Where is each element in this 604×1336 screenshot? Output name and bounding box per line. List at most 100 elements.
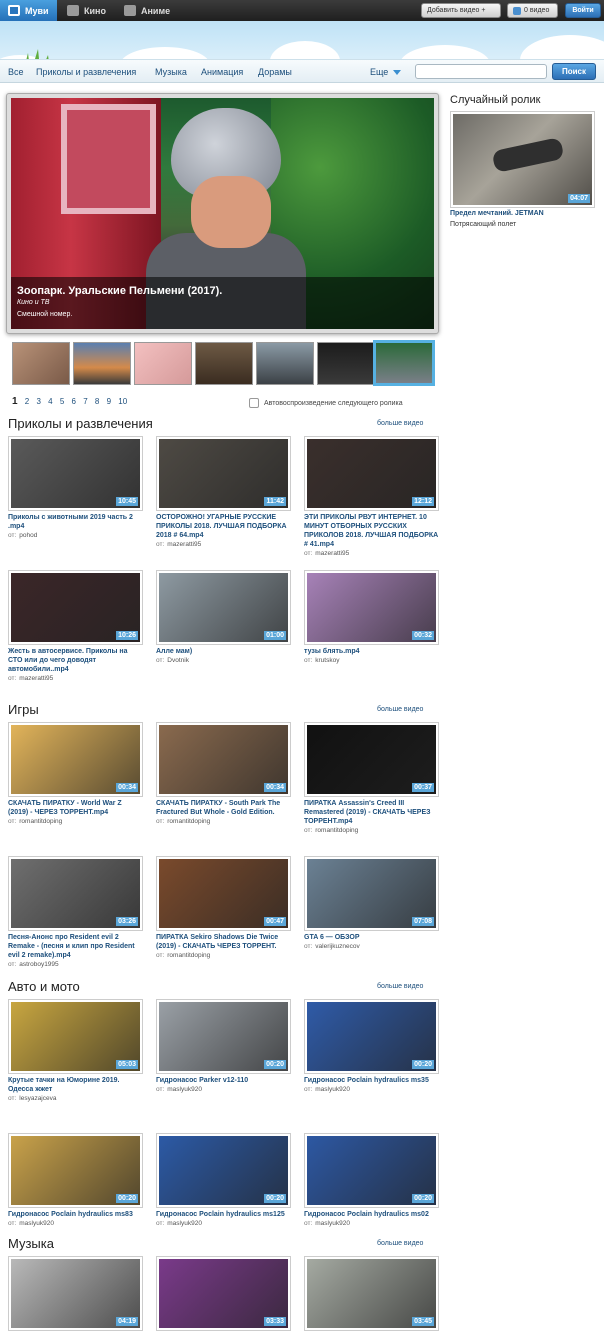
author-name[interactable]: maslyuk920 (167, 1086, 202, 1093)
pager-link[interactable]: 3 (36, 397, 40, 406)
author-name[interactable]: maslyuk920 (19, 1220, 54, 1227)
author-name[interactable]: astroboy1995 (19, 961, 58, 968)
author-name[interactable]: mazeratti95 (315, 550, 349, 557)
author-name[interactable]: mazeratti95 (19, 675, 53, 682)
video-thumbnail[interactable]: 03:26 (11, 859, 140, 928)
nav-item-funny[interactable]: Приколы и развлечения (36, 60, 136, 84)
video-card[interactable]: 07:08 GTA 6 — ОБЗОР от: valerijkuznecov (304, 856, 439, 951)
search-button[interactable]: Поиск (552, 63, 596, 80)
author-name[interactable]: pohod (19, 532, 37, 539)
video-title-link[interactable]: СКАЧАТЬ ПИРАТКУ - South Park The Fractur… (156, 799, 291, 817)
video-card[interactable]: 03:33 (156, 1256, 291, 1331)
video-title-link[interactable]: Алле мам) (156, 647, 291, 656)
video-thumbnail-frame[interactable]: 11:42 (156, 436, 291, 511)
video-card[interactable]: 00:20 Гидронасос Poclain hydraulics ms83 о… (8, 1133, 143, 1228)
nav-item-dorama[interactable]: Дорамы (258, 60, 292, 84)
video-thumbnail-frame[interactable]: 01:00 (156, 570, 291, 645)
video-card[interactable]: 01:00 Алле мам) от: Dvotnik (156, 570, 291, 665)
video-thumbnail-frame[interactable]: 05:03 (8, 999, 143, 1074)
nav-item-music[interactable]: Музыка (155, 60, 187, 84)
nav-item-all[interactable]: Все (8, 60, 24, 84)
video-thumbnail-frame[interactable]: 03:26 (8, 856, 143, 931)
brand-kino-tab[interactable]: Кино (59, 0, 114, 21)
video-card[interactable]: 00:34 СКАЧАТЬ ПИРАТКУ - South Park The Fr… (156, 722, 291, 826)
video-thumbnail[interactable]: 00:20 (11, 1136, 140, 1205)
video-thumbnail-frame[interactable]: 12:12 (304, 436, 439, 511)
video-thumbnail-frame[interactable]: 00:20 (156, 999, 291, 1074)
author-name[interactable]: romantitdoping (315, 827, 358, 834)
author-name[interactable]: Dvotnik (167, 657, 189, 664)
video-thumbnail-frame[interactable]: 00:20 (8, 1133, 143, 1208)
video-card[interactable]: 00:20 Гидронасос Poclain hydraulics ms35 о… (304, 999, 439, 1094)
video-card[interactable]: 04:19 (8, 1256, 143, 1331)
author-name[interactable]: maslyuk920 (315, 1086, 350, 1093)
video-card[interactable]: 12:12 ЭТИ ПРИКОЛЫ РВУТ ИНТЕРНЕТ. 10 МИНУТ… (304, 436, 439, 558)
pager-link[interactable]: 7 (83, 397, 87, 406)
more-videos-link[interactable]: больше видео (377, 1240, 423, 1247)
brand-movie-tab[interactable]: Муви (0, 0, 57, 21)
author-name[interactable]: maslyuk920 (315, 1220, 350, 1227)
nav-more-dropdown[interactable]: Еще (370, 60, 402, 84)
pager-link[interactable]: 10 (118, 397, 127, 406)
video-card[interactable]: 00:20 Гидронасос Parker v12-110 от: maslyuk… (156, 999, 291, 1094)
video-thumbnail-frame[interactable]: 00:20 (304, 1133, 439, 1208)
video-thumbnail[interactable]: 00:47 (159, 859, 288, 928)
video-card[interactable]: 10:26 Жесть в автосервисе. Приколы на СТО… (8, 570, 143, 683)
video-card[interactable]: 03:45 (304, 1256, 439, 1331)
video-thumbnail[interactable]: 00:34 (11, 725, 140, 794)
nav-item-animation[interactable]: Анимация (201, 60, 243, 84)
author-name[interactable]: krutskoy (315, 657, 339, 664)
pager-link[interactable]: 8 (95, 397, 99, 406)
video-card[interactable]: 03:26 Песня-Анонс про Resident evil 2 Rem… (8, 856, 143, 969)
author-name[interactable]: romantitdoping (19, 818, 62, 825)
add-video-button[interactable]: Добавить видео + (421, 3, 501, 18)
featured-thumb[interactable] (73, 342, 131, 385)
author-name[interactable]: romantitdoping (167, 952, 210, 959)
video-title-link[interactable]: Гидронасос Poclain hydraulics ms125 (156, 1210, 291, 1219)
video-card[interactable]: 11:42 ОСТОРОЖНО! УГАРНЫЕ РУССКИЕ ПРИКОЛЫ … (156, 436, 291, 549)
video-thumbnail[interactable]: 10:45 (11, 439, 140, 508)
video-title-link[interactable]: Гидронасос Poclain hydraulics ms83 (8, 1210, 143, 1219)
video-thumbnail[interactable]: 00:20 (307, 1136, 436, 1205)
video-thumbnail[interactable]: 00:32 (307, 573, 436, 642)
video-thumbnail-frame[interactable]: 00:32 (304, 570, 439, 645)
author-name[interactable]: romantitdoping (167, 818, 210, 825)
video-card[interactable]: 00:32 тузы блять.mp4 от: krutskoy (304, 570, 439, 665)
video-thumbnail[interactable]: 00:20 (159, 1136, 288, 1205)
video-thumbnail-frame[interactable]: 00:34 (8, 722, 143, 797)
video-thumbnail-frame[interactable]: 00:37 (304, 722, 439, 797)
author-name[interactable]: lesyazajceva (19, 1095, 56, 1102)
video-title-link[interactable]: Приколы с животными 2019 часть 2 .mp4 (8, 513, 143, 531)
video-thumbnail-frame[interactable]: 00:20 (304, 999, 439, 1074)
video-title-link[interactable]: ОСТОРОЖНО! УГАРНЫЕ РУССКИЕ ПРИКОЛЫ 2018.… (156, 513, 291, 540)
video-thumbnail-frame[interactable]: 10:26 (8, 570, 143, 645)
video-thumbnail-frame[interactable]: 03:45 (304, 1256, 439, 1331)
featured-video[interactable]: Зоопарк. Уральские Пельмени (2017). Кино… (11, 98, 434, 329)
random-video-thumbnail[interactable]: 04:07 (453, 114, 592, 205)
video-title-link[interactable]: Крутые тачки на Юморине 2019. Одесса жже… (8, 1076, 143, 1094)
video-thumbnail[interactable]: 03:33 (159, 1259, 288, 1328)
video-thumbnail[interactable]: 03:45 (307, 1259, 436, 1328)
pager-link[interactable]: 6 (72, 397, 76, 406)
video-card[interactable]: 00:37 ПИРАТКА Assassin's Creed III Remast… (304, 722, 439, 835)
my-videos-button[interactable]: 0 видео (507, 3, 558, 18)
video-title-link[interactable]: Жесть в автосервисе. Приколы на СТО или … (8, 647, 143, 674)
video-title-link[interactable]: Гидронасос Poclain hydraulics ms02 (304, 1210, 439, 1219)
pager-link[interactable]: 5 (60, 397, 64, 406)
brand-anime-tab[interactable]: Аниме (116, 0, 178, 21)
video-card[interactable]: 10:45 Приколы с животными 2019 часть 2 .m… (8, 436, 143, 540)
video-thumbnail-frame[interactable]: 04:19 (8, 1256, 143, 1331)
video-card[interactable]: 00:47 ПИРАТКА Sekiro Shadows Die Twice (2… (156, 856, 291, 960)
video-thumbnail[interactable]: 00:20 (159, 1002, 288, 1071)
video-thumbnail[interactable]: 04:19 (11, 1259, 140, 1328)
featured-thumb[interactable] (256, 342, 314, 385)
video-title-link[interactable]: ЭТИ ПРИКОЛЫ РВУТ ИНТЕРНЕТ. 10 МИНУТ ОТБО… (304, 513, 439, 549)
pager-link[interactable]: 9 (107, 397, 111, 406)
featured-thumb[interactable] (134, 342, 192, 385)
video-thumbnail-frame[interactable]: 07:08 (304, 856, 439, 931)
pager-link[interactable]: 2 (25, 397, 29, 406)
search-input[interactable] (415, 64, 547, 79)
video-thumbnail-frame[interactable]: 00:20 (156, 1133, 291, 1208)
video-thumbnail[interactable]: 07:08 (307, 859, 436, 928)
more-videos-link[interactable]: больше видео (377, 706, 423, 713)
